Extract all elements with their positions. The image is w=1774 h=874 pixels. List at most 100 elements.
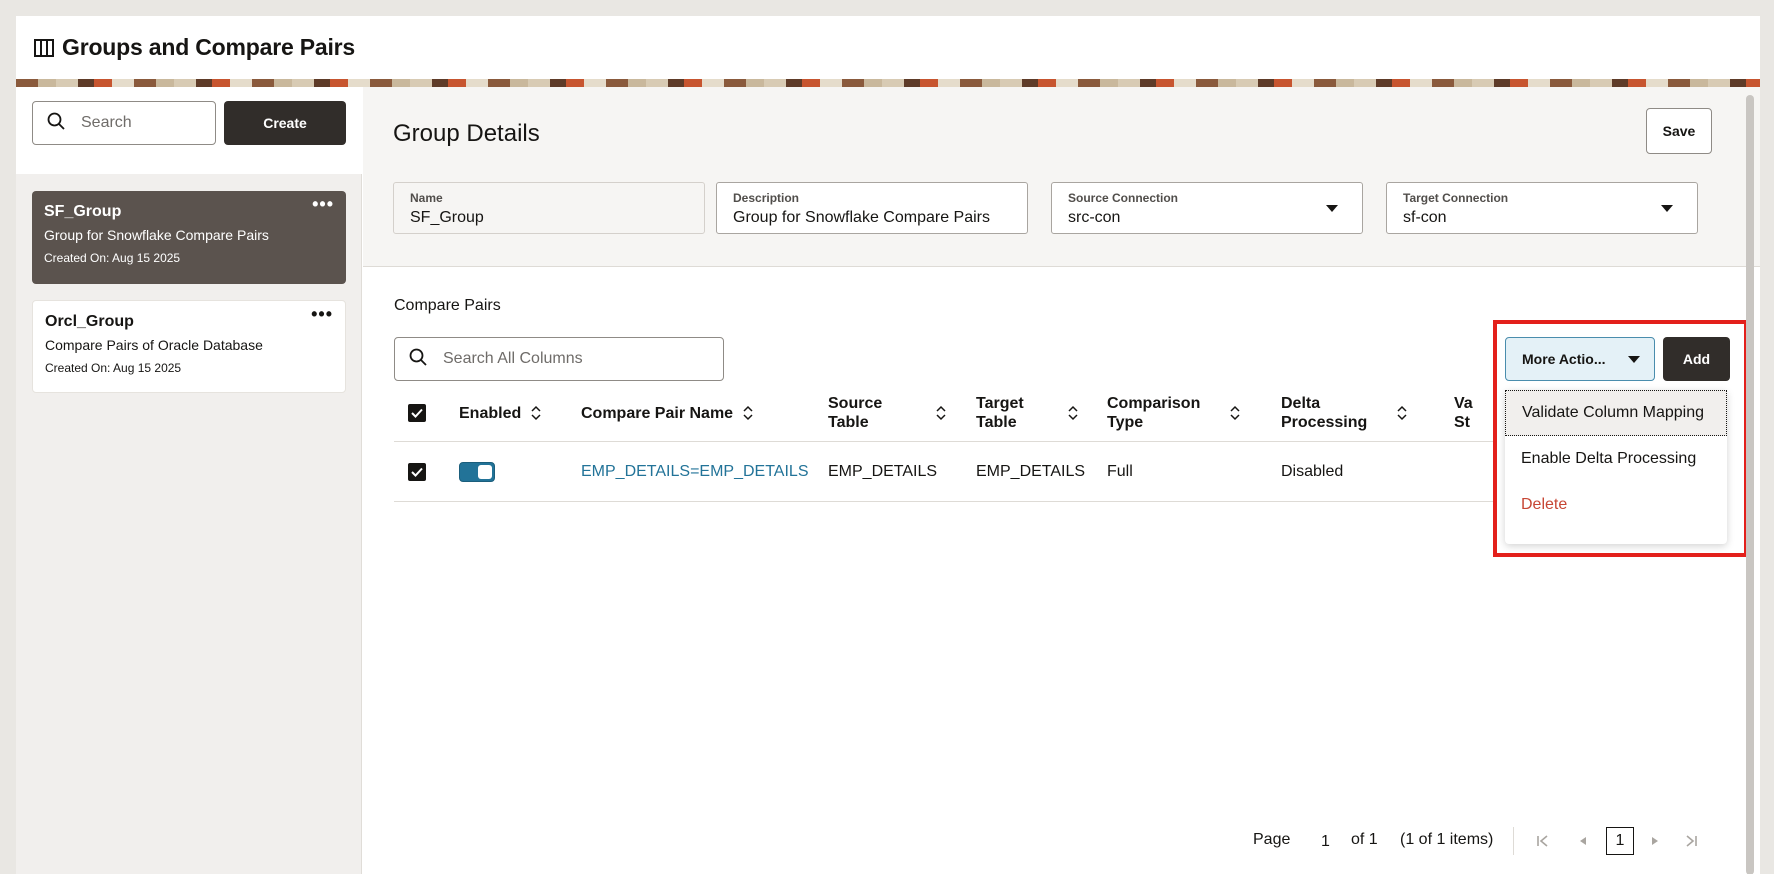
add-button[interactable]: Add — [1663, 337, 1730, 381]
comparison-type-cell: Full — [1107, 463, 1133, 480]
header-line: St — [1454, 414, 1470, 431]
create-button[interactable]: Create — [224, 101, 346, 145]
checkbox-checked-icon — [408, 463, 426, 481]
decorative-banner — [16, 79, 1760, 87]
vertical-scrollbar[interactable] — [1746, 95, 1754, 874]
column-header-comparison-type[interactable]: Comparison Type — [1107, 384, 1240, 442]
table-header: Enabled Compare Pair Name Source Table Ta… — [394, 384, 1494, 442]
group-card-sf-group[interactable]: ••• SF_Group Group for Snowflake Compare… — [32, 191, 346, 284]
save-button[interactable]: Save — [1646, 108, 1712, 154]
caret-down-icon — [1628, 356, 1640, 363]
column-header-label: Delta Processing — [1281, 394, 1367, 432]
column-header-enabled[interactable]: Enabled — [459, 384, 541, 442]
last-page-icon[interactable] — [1683, 833, 1699, 849]
group-search-input[interactable] — [81, 114, 215, 132]
group-created-date: Created On: Aug 15 2025 — [45, 361, 182, 375]
groups-sidebar: Create ••• SF_Group Group for Snowflake … — [16, 87, 362, 874]
select-all-checkbox[interactable] — [408, 384, 426, 442]
target-connection-value: sf-con — [1403, 209, 1447, 226]
target-table-cell: EMP_DETAILS — [976, 463, 1086, 480]
source-connection-value: src-con — [1068, 209, 1121, 226]
compare-pairs-label: Compare Pairs — [394, 297, 501, 314]
compare-pair-link[interactable]: EMP_DETAILS=EMP_DETAILS — [581, 442, 808, 502]
items-count-label: (1 of 1 items) — [1400, 831, 1494, 848]
more-options-icon[interactable]: ••• — [311, 304, 333, 325]
target-connection-label: Target Connection — [1403, 191, 1509, 205]
table-row[interactable]: EMP_DETAILS=EMP_DETAILS EMP_DETAILS EMP_… — [394, 442, 1494, 502]
column-header-compare-pair-name[interactable]: Compare Pair Name — [581, 384, 753, 442]
sort-icon — [1230, 405, 1240, 421]
name-label: Name — [410, 191, 443, 205]
group-description: Compare Pairs of Oracle Database — [45, 337, 263, 353]
header-line: Table — [828, 414, 869, 431]
column-header-label: Compare Pair Name — [581, 404, 734, 422]
group-card-orcl-group[interactable]: ••• Orcl_Group Compare Pairs of Oracle D… — [32, 300, 346, 393]
header-line: Processing — [1281, 414, 1368, 431]
group-name: SF_Group — [44, 203, 122, 220]
source-connection-label: Source Connection — [1068, 191, 1179, 205]
column-header-source-table[interactable]: Source Table — [828, 384, 946, 442]
table-search-input[interactable] — [443, 350, 723, 368]
sort-icon — [1068, 405, 1078, 421]
source-table-cell: EMP_DETAILS — [828, 463, 938, 480]
delta-processing-cell: Disabled — [1281, 463, 1344, 480]
group-details-title: Group Details — [393, 120, 540, 147]
header-line: Va — [1454, 395, 1473, 412]
column-header-target-table[interactable]: Target Table — [976, 384, 1078, 442]
sort-icon — [936, 405, 946, 421]
toggle-on-icon — [459, 462, 495, 482]
header-line: Type — [1107, 414, 1144, 431]
more-actions-button[interactable]: More Actio... — [1505, 337, 1655, 381]
current-page-button[interactable]: 1 — [1606, 827, 1634, 855]
header-line: Target — [976, 395, 1024, 412]
main-content: Group Details Save Name SF_Group Descrip… — [363, 87, 1760, 874]
next-page-icon[interactable] — [1647, 833, 1663, 849]
first-page-icon[interactable] — [1535, 833, 1551, 849]
group-search-field[interactable] — [32, 101, 216, 145]
column-header-delta-processing[interactable]: Delta Processing — [1281, 384, 1407, 442]
menu-item-enable-delta-processing[interactable]: Enable Delta Processing — [1505, 436, 1727, 482]
group-description: Group for Snowflake Compare Pairs — [44, 227, 269, 243]
header-line: Source — [828, 395, 883, 412]
sort-icon — [743, 405, 753, 421]
app-window: Groups and Compare Pairs Create ••• SF_G… — [16, 16, 1760, 874]
column-header-label: Enabled — [459, 404, 522, 422]
checkbox-checked-icon — [408, 404, 426, 422]
more-actions-menu: Validate Column Mapping Enable Delta Pro… — [1505, 390, 1727, 544]
page-input[interactable]: 1 — [1321, 833, 1330, 851]
header-line: Table — [976, 414, 1017, 431]
more-actions-label: More Actio... — [1522, 351, 1606, 367]
caret-down-icon — [1326, 205, 1338, 212]
enabled-toggle[interactable] — [459, 442, 495, 502]
page-label: Page — [1253, 831, 1291, 848]
pager-divider — [1513, 827, 1514, 855]
source-connection-select[interactable]: Source Connection src-con — [1051, 182, 1363, 234]
menu-item-validate-column-mapping[interactable]: Validate Column Mapping — [1505, 390, 1727, 436]
target-connection-select[interactable]: Target Connection sf-con — [1386, 182, 1698, 234]
group-created-date: Created On: Aug 15 2025 — [44, 251, 181, 265]
description-field[interactable]: Description Group for Snowflake Compare … — [716, 182, 1028, 234]
menu-item-delete[interactable]: Delete — [1505, 482, 1727, 528]
columns-icon — [34, 38, 54, 57]
column-header-partial[interactable]: Va St — [1454, 384, 1473, 442]
table-search-field[interactable] — [394, 337, 724, 381]
name-field[interactable]: Name SF_Group — [393, 182, 705, 234]
toggle-knob — [478, 465, 492, 479]
group-details-panel: Group Details Save Name SF_Group Descrip… — [363, 87, 1760, 267]
description-value: Group for Snowflake Compare Pairs — [733, 209, 990, 226]
row-checkbox[interactable] — [408, 442, 426, 502]
pagination-bar: Page 1 of 1 (1 of 1 items) 1 — [363, 827, 1760, 857]
column-header-label: Va St — [1454, 394, 1473, 432]
header-line: Delta — [1281, 395, 1321, 412]
search-icon — [47, 112, 65, 135]
description-label: Description — [733, 191, 800, 205]
column-header-label: Comparison Type — [1107, 394, 1200, 432]
sort-icon — [1397, 405, 1407, 421]
previous-page-icon[interactable] — [1575, 833, 1591, 849]
name-value: SF_Group — [410, 209, 484, 226]
more-options-icon[interactable]: ••• — [312, 194, 334, 215]
group-name: Orcl_Group — [45, 313, 134, 330]
column-header-label: Source Table — [828, 394, 882, 432]
page-title: Groups and Compare Pairs — [62, 34, 355, 60]
page-of-label: of 1 — [1351, 831, 1378, 848]
